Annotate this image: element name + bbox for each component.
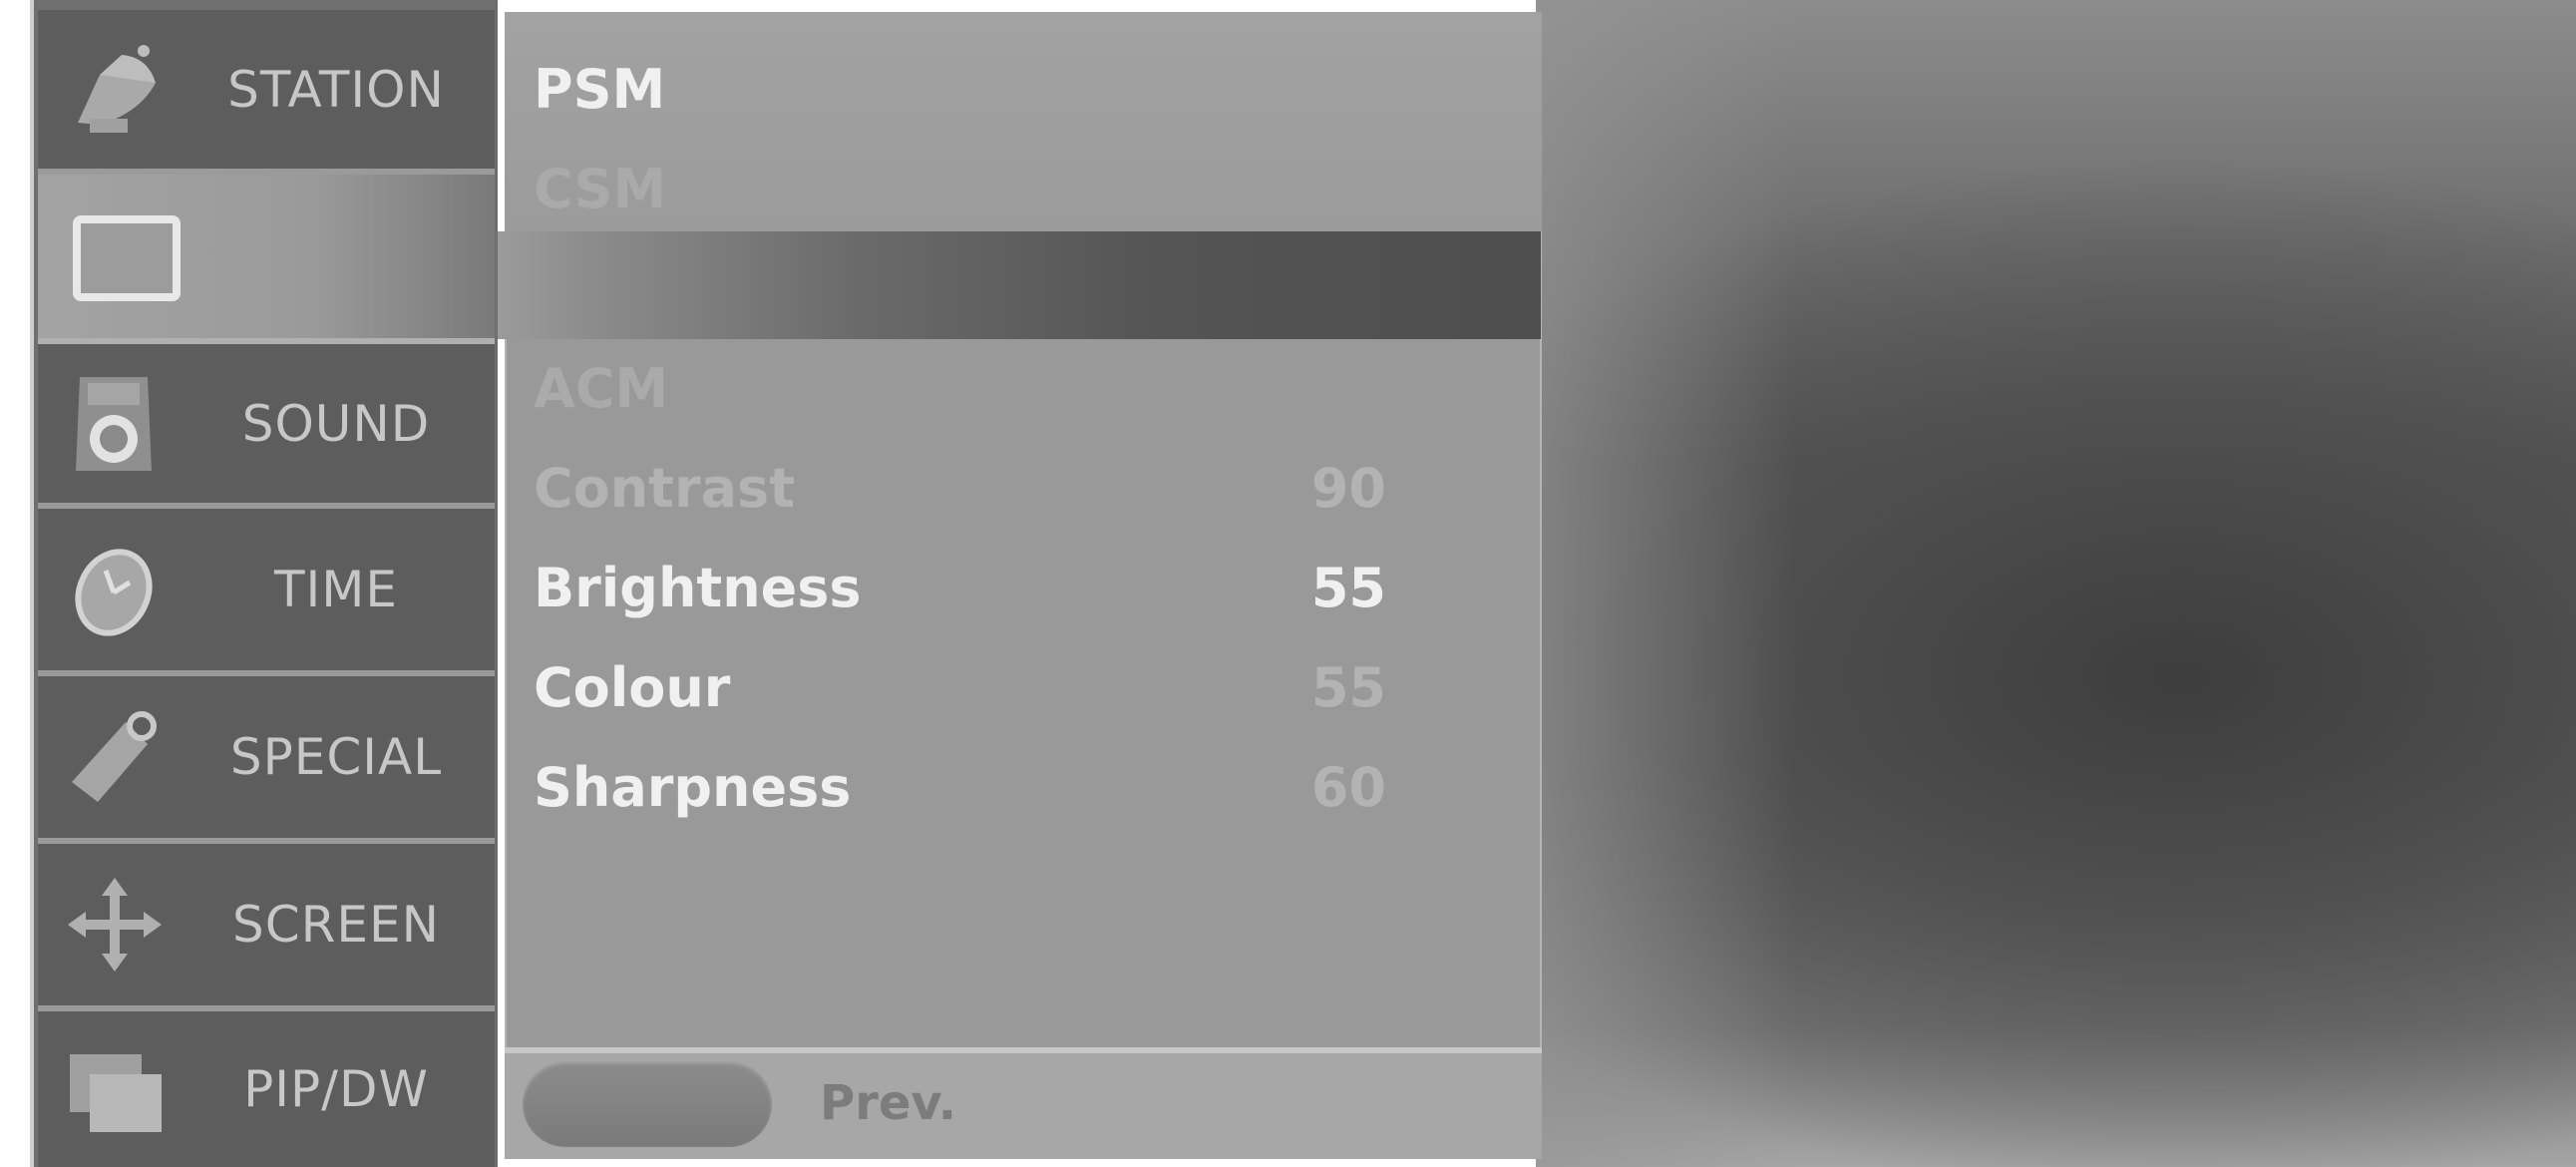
prev-label: Prev. (820, 1075, 957, 1131)
menu-item-acm[interactable]: ACM (534, 357, 668, 420)
sidebar-item-special[interactable]: SPECIAL (38, 676, 495, 844)
video-background (1536, 0, 2576, 1167)
contrast-value: 90 (1310, 457, 1386, 520)
sidebar-item-label: SCREEN (232, 896, 440, 954)
menu-item-sharpness[interactable]: Sharpness (534, 756, 851, 819)
menu-item-psm[interactable]: PSM (534, 58, 665, 121)
brightness-value: 55 (1310, 557, 1386, 619)
menu-item-csm[interactable]: CSM (534, 158, 666, 220)
sidebar-item-screen[interactable]: SCREEN (38, 844, 495, 1011)
menu-item-brightness[interactable]: Brightness (534, 557, 862, 619)
sidebar-item-time[interactable]: TIME (38, 509, 495, 676)
picture-screen-icon (73, 215, 181, 301)
sidebar-item-pip-dw[interactable]: PIP/DW (38, 1011, 495, 1167)
sidebar-item-label: TIME (273, 561, 399, 618)
menu-item-colour[interactable]: Colour (534, 656, 730, 719)
sidebar-item-label: SOUND (241, 394, 431, 453)
menu-item-contrast[interactable]: Contrast (534, 457, 795, 520)
sidebar-item-station[interactable]: STATION (38, 10, 495, 175)
move-arrows-icon (68, 878, 162, 972)
clock-icon (75, 549, 153, 636)
sidebar-item-picture[interactable] (38, 175, 495, 344)
sidebar-item-sound[interactable]: SOUND (38, 344, 495, 509)
colour-value: 55 (1310, 656, 1386, 719)
sidebar-item-label: SPECIAL (229, 728, 443, 786)
satellite-dish-icon (78, 44, 156, 133)
prev-button[interactable] (523, 1061, 772, 1147)
sidebar-item-label (187, 175, 485, 338)
pip-windows-icon (70, 1054, 162, 1132)
sidebar-item-label: STATION (227, 60, 445, 119)
speaker-icon (76, 376, 152, 471)
sidebar-item-label: PIP/DW (243, 1060, 429, 1118)
sharpness-value: 60 (1310, 756, 1386, 819)
main-menu-sidebar: STATION SOUND TIME SPECIAL SCREEN PIP/DW (30, 0, 498, 1167)
tag-icon (72, 711, 157, 802)
